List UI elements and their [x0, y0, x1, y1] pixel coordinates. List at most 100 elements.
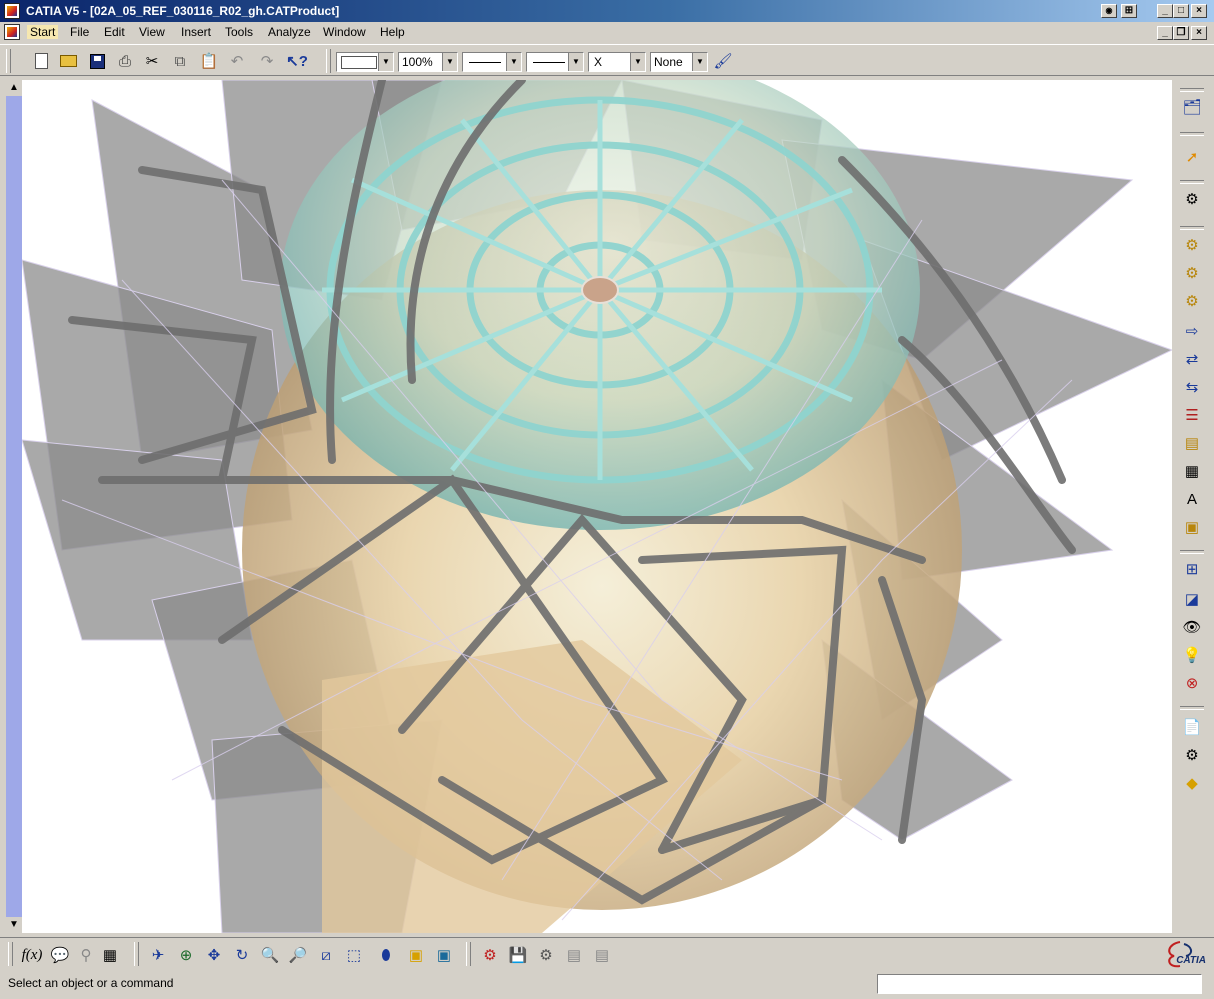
open-icon[interactable] — [57, 50, 79, 72]
undo-icon[interactable]: ↶ — [226, 50, 248, 72]
knowledge-icon[interactable]: ⚙ — [1181, 744, 1203, 766]
menu-start[interactable]: Start — [27, 25, 59, 39]
fast-multi-instantiation-icon[interactable]: ▣ — [1181, 516, 1203, 538]
render-style-icon[interactable]: ⬮ — [374, 944, 398, 966]
catalog-browser-icon[interactable]: ⚙ — [1181, 188, 1203, 210]
bottom-toolbar: f(x) 💬 ⚲ ▦ ✈ ⊕ ✥ ↻ 🔍 🔎 ⧄ ⬚ ⬮ ▣ ▣ ⚙ 💾 ⚙ ▤… — [0, 937, 1214, 971]
close-button[interactable]: × — [1191, 4, 1207, 18]
selective-load-icon[interactable]: ▤ — [1181, 432, 1203, 454]
formula-fx-icon[interactable]: f(x) — [20, 944, 44, 966]
menu-window[interactable]: Window — [323, 25, 366, 39]
select-icon[interactable]: ➚ — [1181, 146, 1203, 168]
compass-snap-icon[interactable]: ◪ — [1181, 588, 1203, 610]
save-icon[interactable] — [86, 50, 108, 72]
window-title: CATIA V5 - [02A_05_REF_030116_R02_gh.CAT… — [26, 4, 340, 18]
toolbar-grip[interactable] — [134, 942, 139, 966]
whats-this-icon[interactable]: ↖? — [286, 50, 308, 72]
new-icon[interactable] — [30, 50, 52, 72]
catia-app-icon[interactable] — [4, 3, 20, 19]
replace-component-icon[interactable]: ⇄ — [1181, 348, 1203, 370]
new-product-icon[interactable]: ⚙ — [1181, 262, 1203, 284]
point-style-select[interactable]: X ▼ — [588, 52, 646, 72]
print-icon[interactable]: ⎙ — [114, 50, 136, 72]
pan-icon[interactable]: ✥ — [202, 944, 226, 966]
isometric-view-icon[interactable]: ⬚ — [342, 944, 366, 966]
swap-visible-icon[interactable]: 📄 — [1181, 716, 1203, 738]
document-icon[interactable] — [4, 24, 20, 40]
vertical-scrollbar[interactable]: ▲ ▼ — [6, 80, 22, 933]
mdi-restore-button[interactable]: ❐ — [1173, 26, 1189, 40]
stop-manipulate-icon[interactable]: 💡 — [1181, 644, 1203, 666]
menu-view[interactable]: View — [139, 25, 165, 39]
maximize-button[interactable]: □ — [1173, 4, 1189, 18]
properties-icon[interactable]: ▤ — [590, 944, 614, 966]
color-select[interactable]: ▼ — [336, 52, 394, 72]
menu-insert[interactable]: Insert — [181, 25, 211, 39]
multi-instantiation-icon[interactable]: A — [1181, 488, 1203, 510]
swap-space-icon[interactable]: ▣ — [432, 944, 456, 966]
manage-representations-icon[interactable]: ▦ — [1181, 460, 1203, 482]
existing-component-icon[interactable]: ⇨ — [1181, 320, 1203, 342]
chevron-down-icon[interactable]: ▼ — [692, 53, 707, 71]
menu-analyze[interactable]: Analyze — [268, 25, 311, 39]
mdi-close-button[interactable]: × — [1191, 26, 1207, 40]
scroll-down-arrow-icon[interactable]: ▼ — [6, 917, 22, 933]
status-bar: Select an object or a command — [0, 973, 1214, 999]
layer-select[interactable]: None ▼ — [650, 52, 708, 72]
toolbar-grip[interactable] — [8, 942, 13, 966]
zoom-in-icon[interactable]: 🔍 — [258, 944, 282, 966]
thickness-select[interactable]: ▼ — [526, 52, 584, 72]
linetype-select[interactable]: ▼ — [462, 52, 522, 72]
normal-view-icon[interactable]: ⧄ — [314, 944, 338, 966]
cut-icon[interactable]: ✂ — [141, 50, 163, 72]
measure-icon[interactable]: ⚲ — [74, 944, 98, 966]
rotate-icon[interactable]: ↻ — [230, 944, 254, 966]
menu-help[interactable]: Help — [380, 25, 405, 39]
transparency-select[interactable]: 100% ▼ — [398, 52, 458, 72]
fit-all-icon[interactable]: ⊕ — [174, 944, 198, 966]
chevron-down-icon[interactable]: ▼ — [568, 53, 583, 71]
3d-model-render — [22, 80, 1172, 933]
unknown-caption-icon[interactable]: ⊞ — [1121, 4, 1137, 18]
copy-icon[interactable]: ⧉ — [169, 50, 191, 72]
product-structure-toolbar: 🗂 ➚ ⚙ ⚙ ⚙ ⚙ ⇨ ⇄ ⇆ ☰ ▤ ▦ A ▣ ⊞ ◪ 👁 💡 ⊗ 📄 … — [1176, 80, 1208, 933]
redo-icon[interactable]: ↷ — [256, 50, 278, 72]
generate-numbering-icon[interactable]: ☰ — [1181, 404, 1203, 426]
fly-mode-icon[interactable]: ✈ — [146, 944, 170, 966]
chevron-down-icon[interactable]: ▼ — [378, 53, 393, 71]
title-bar: CATIA V5 - [02A_05_REF_030116_R02_gh.CAT… — [0, 0, 1214, 22]
table-icon[interactable]: ▦ — [98, 944, 122, 966]
sketcher-icon[interactable]: 💾 — [506, 944, 530, 966]
3d-viewport[interactable] — [22, 80, 1172, 933]
product-structure-icon[interactable]: 🗂 — [1181, 96, 1203, 118]
painter-icon[interactable]: 🖌 — [712, 50, 734, 72]
formula-icon[interactable]: ◆ — [1181, 772, 1203, 794]
catalog-icon[interactable]: ⚙ — [534, 944, 558, 966]
hide-icon[interactable]: ▣ — [404, 944, 428, 966]
menu-tools[interactable]: Tools — [225, 25, 253, 39]
chevron-down-icon[interactable]: ▼ — [506, 53, 521, 71]
toolbar-grip[interactable] — [6, 49, 11, 73]
comment-icon[interactable]: 💬 — [48, 944, 72, 966]
chevron-down-icon[interactable]: ▼ — [630, 53, 645, 71]
graph-tree-icon[interactable]: ⇆ — [1181, 376, 1203, 398]
hide-show-icon[interactable]: ⊗ — [1181, 672, 1203, 694]
mdi-minimize-button[interactable]: _ — [1157, 26, 1173, 40]
scroll-up-arrow-icon[interactable]: ▲ — [6, 80, 22, 96]
bom-icon[interactable]: ▤ — [562, 944, 586, 966]
paste-icon[interactable]: 📋 — [198, 50, 220, 72]
menu-edit[interactable]: Edit — [104, 25, 125, 39]
reorder-icon[interactable]: ⊞ — [1181, 558, 1203, 580]
zoom-out-icon[interactable]: 🔎 — [286, 944, 310, 966]
component-icon[interactable]: ⚙ — [1181, 234, 1203, 256]
toolbar-grip[interactable] — [326, 49, 331, 73]
command-input[interactable] — [877, 974, 1202, 994]
new-part-icon[interactable]: ⚙ — [1181, 290, 1203, 312]
explode-icon[interactable]: 👁 — [1181, 616, 1203, 638]
chevron-down-icon[interactable]: ▼ — [442, 53, 457, 71]
apply-material-icon[interactable]: ⚙ — [478, 944, 502, 966]
minimize-button[interactable]: _ — [1157, 4, 1173, 18]
nvidia-icon[interactable]: ◉ — [1101, 4, 1117, 18]
menu-file[interactable]: File — [70, 25, 89, 39]
toolbar-grip[interactable] — [466, 942, 471, 966]
